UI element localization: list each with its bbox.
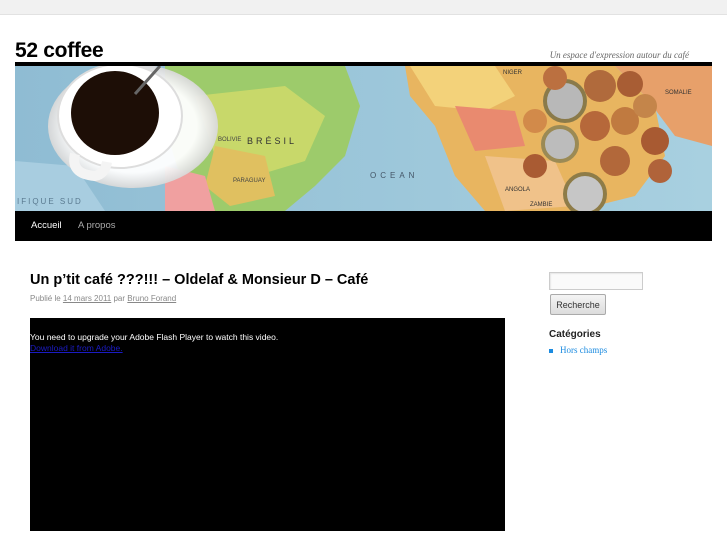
svg-text:OCEAN: OCEAN — [370, 171, 418, 180]
video-player[interactable]: You need to upgrade your Adobe Flash Pla… — [30, 318, 505, 531]
categories-heading: Catégories — [549, 329, 601, 340]
post-title[interactable]: Un p’tit café ???!!! – Oldelaf & Monsieu… — [30, 272, 368, 288]
meta-by-label: par — [113, 294, 126, 303]
post-date-link[interactable]: 14 mars 2011 — [63, 294, 111, 303]
svg-text:ZAMBIE: ZAMBIE — [530, 202, 552, 208]
main-navigation: Accueil A propos — [15, 211, 712, 241]
flash-download-link[interactable]: Download it from Adobe. — [30, 343, 123, 353]
site-title[interactable]: 52 coffee — [15, 39, 104, 63]
site-description: Un espace d'expression autour du café — [549, 50, 689, 60]
svg-text:IFIQUE SUD: IFIQUE SUD — [17, 197, 83, 206]
map-label: BRÉSIL — [247, 136, 297, 146]
svg-text:SOMALIE: SOMALIE — [665, 90, 692, 96]
flash-upgrade-message: You need to upgrade your Adobe Flash Pla… — [30, 332, 279, 342]
search-button[interactable]: Recherche — [550, 294, 606, 315]
svg-text:ANGOLA: ANGOLA — [505, 187, 530, 193]
category-item[interactable]: Hors champs — [549, 345, 607, 355]
nav-item-accueil[interactable]: Accueil — [31, 220, 62, 231]
post-author-link[interactable]: Bruno Forand — [127, 294, 176, 303]
banner-illustration: BRÉSIL OCEAN BOLIVIE PARAGUAY IFIQUE SUD… — [15, 66, 712, 211]
meta-published-label: Publié le — [30, 294, 61, 303]
categories-list: Hors champs — [549, 345, 607, 355]
svg-text:NIGER: NIGER — [503, 70, 523, 76]
svg-text:BOLIVIE: BOLIVIE — [218, 137, 241, 143]
nav-item-a-propos[interactable]: A propos — [78, 220, 116, 231]
svg-text:PARAGUAY: PARAGUAY — [233, 178, 265, 184]
post-meta: Publié le 14 mars 2011 par Bruno Forand — [30, 294, 176, 303]
search-input[interactable] — [549, 272, 643, 290]
header-banner-image: BRÉSIL OCEAN BOLIVIE PARAGUAY IFIQUE SUD… — [15, 62, 712, 211]
